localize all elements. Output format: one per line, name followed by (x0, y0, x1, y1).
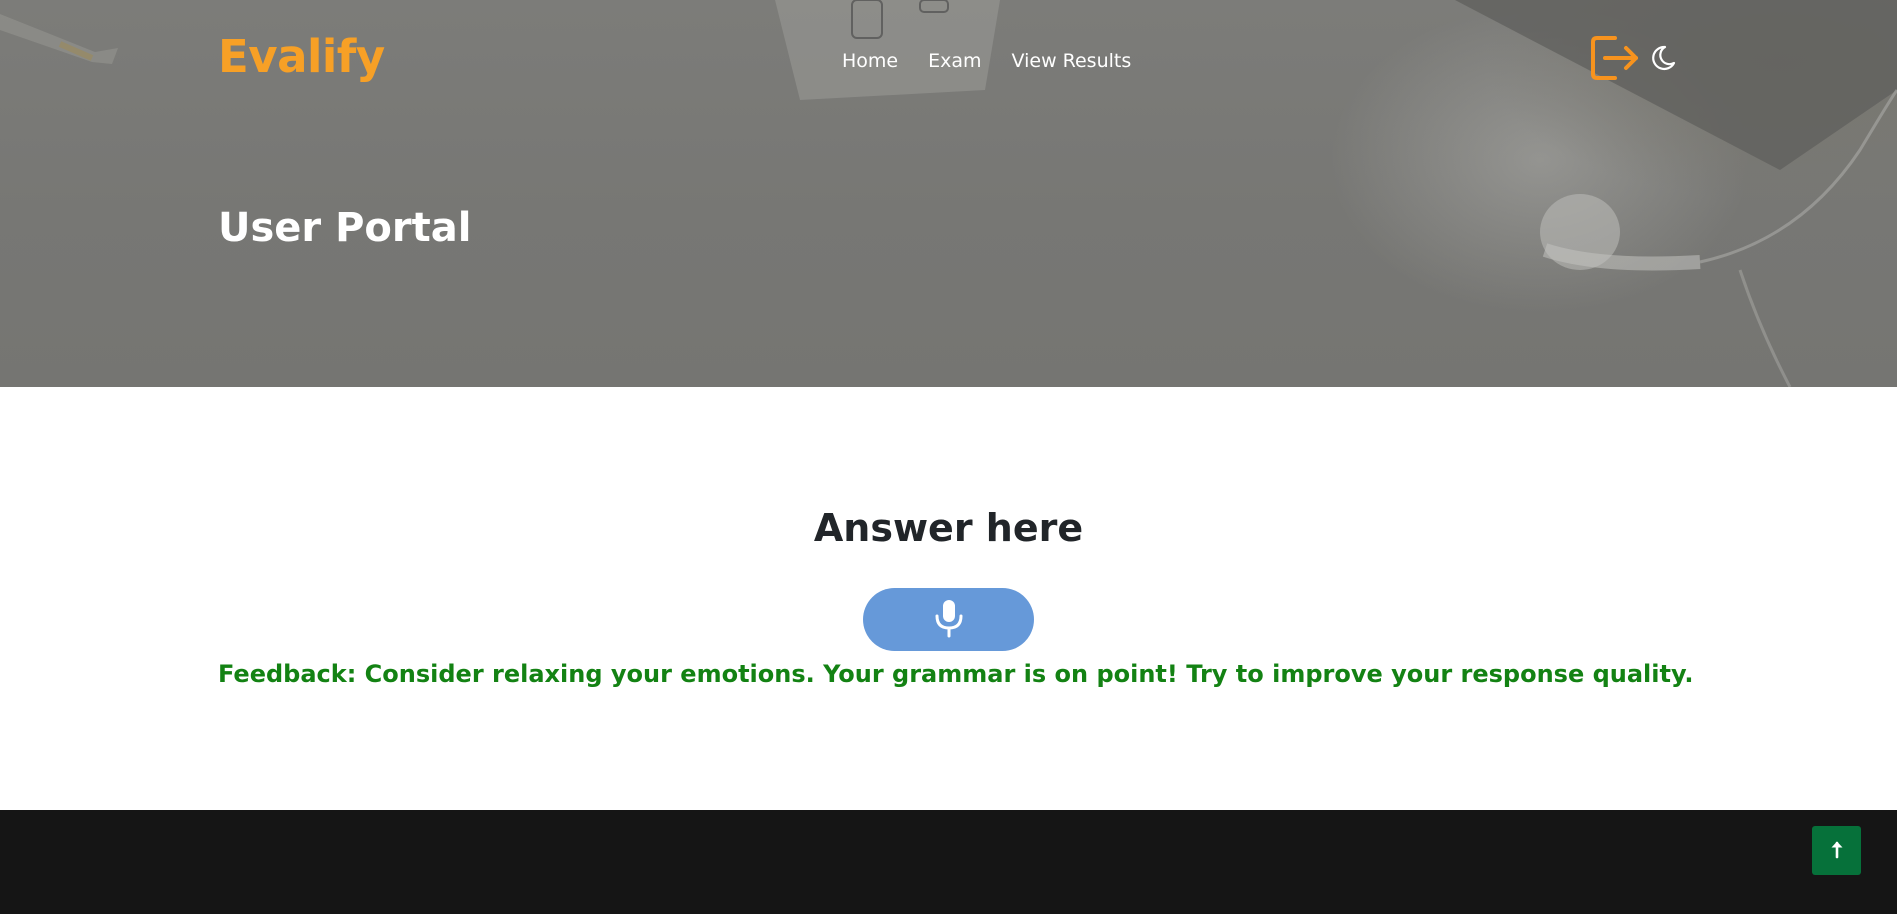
feedback-text: Feedback: Consider relaxing your emotion… (218, 660, 1694, 688)
hero-header: Evalify Home Exam View Results User Port… (0, 0, 1897, 387)
record-answer-button[interactable] (863, 588, 1034, 651)
footer (0, 810, 1897, 914)
microphone-icon (932, 598, 966, 641)
back-to-top-button[interactable] (1812, 826, 1861, 875)
moon-icon[interactable] (1649, 44, 1677, 72)
brand-logo[interactable]: Evalify (218, 30, 385, 83)
arrow-up-icon (1829, 839, 1845, 863)
logout-icon[interactable] (1589, 34, 1641, 82)
nav-exam-link[interactable]: Exam (928, 50, 981, 72)
main-nav: Home Exam View Results (842, 50, 1131, 72)
nav-view-results-link[interactable]: View Results (1012, 50, 1132, 72)
answer-heading: Answer here (813, 506, 1084, 550)
nav-home-link[interactable]: Home (842, 50, 898, 72)
page-title: User Portal (218, 205, 472, 251)
